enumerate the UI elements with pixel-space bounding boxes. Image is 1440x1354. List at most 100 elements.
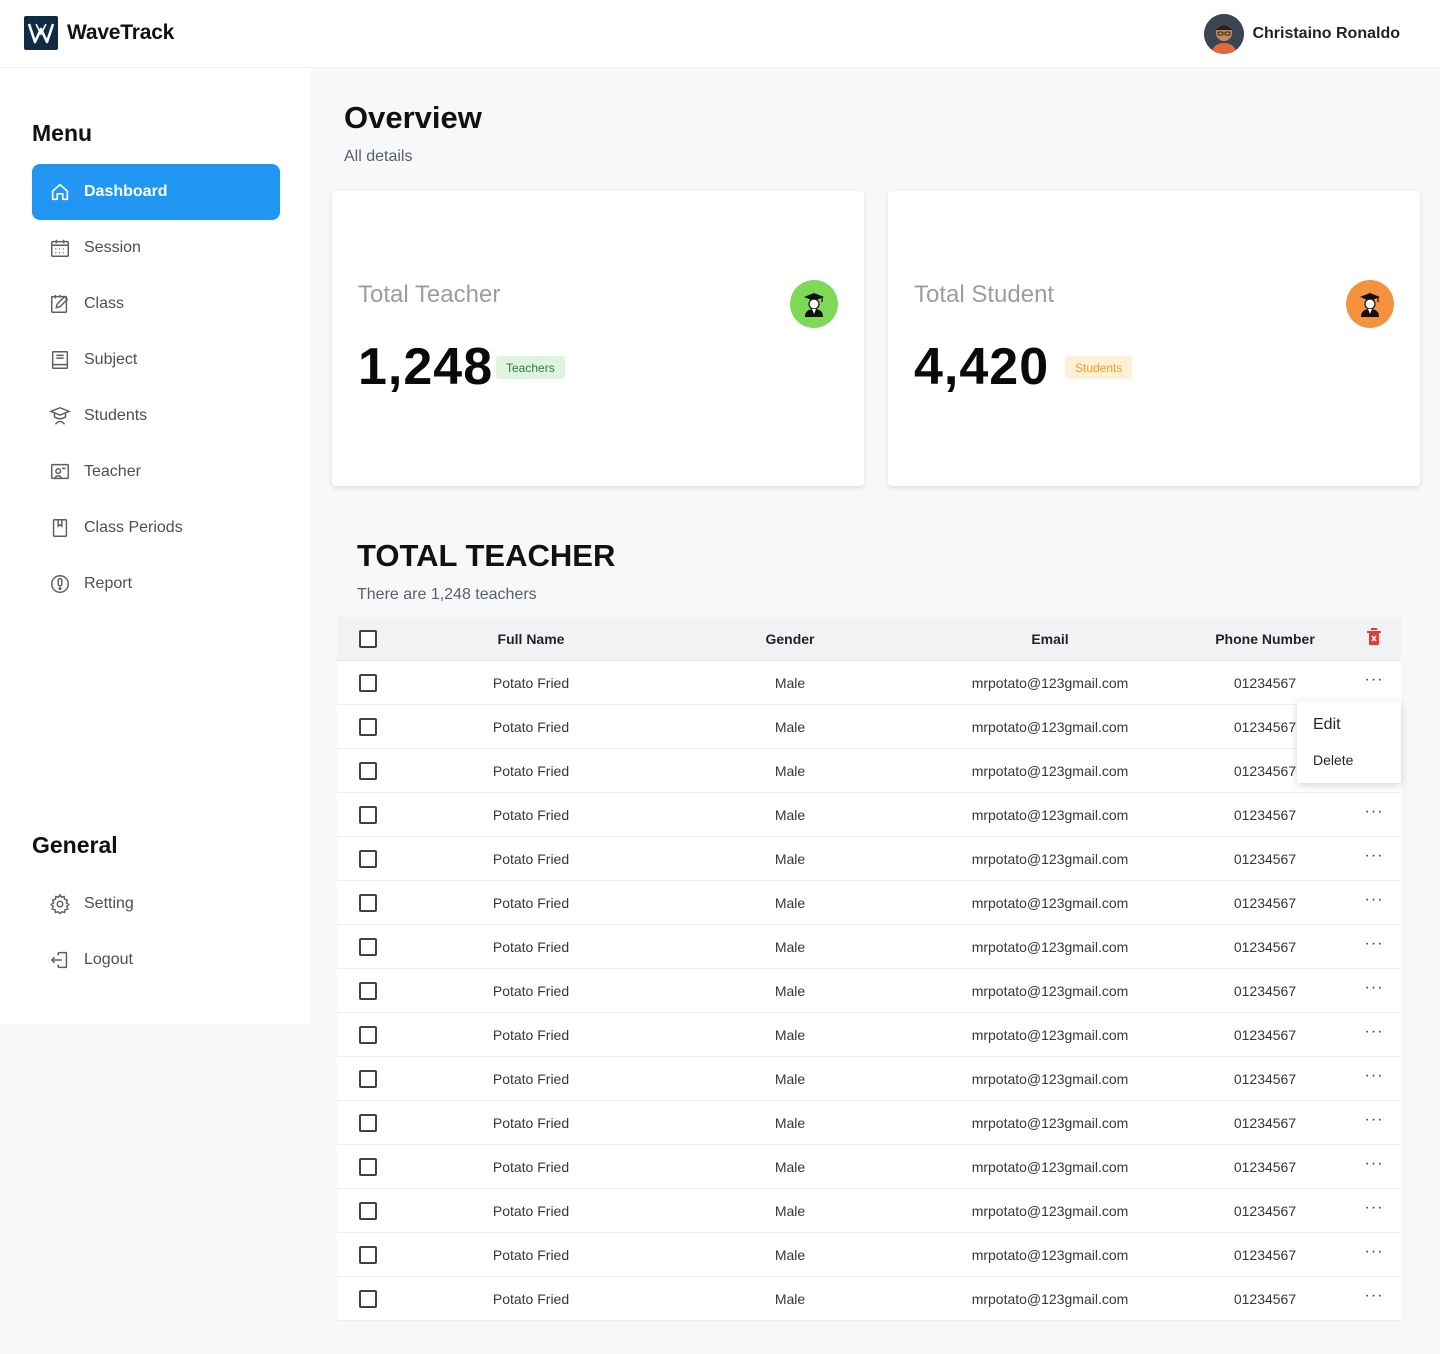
more-options-icon[interactable]: ···: [1365, 1155, 1384, 1172]
row-checkbox[interactable]: [359, 673, 377, 692]
more-options-icon[interactable]: ···: [1365, 891, 1384, 908]
cell-phone: 01234567: [1233, 1246, 1297, 1263]
more-options-icon[interactable]: ···: [1365, 1199, 1384, 1216]
more-options-icon[interactable]: ···: [1365, 1023, 1384, 1040]
table-row[interactable]: Potato Fried Male mrpotato@123gmail.com 012…: [337, 969, 1401, 1013]
cell-gender: Male: [774, 1202, 806, 1219]
table-row[interactable]: Potato Fried Male mrpotato@123gmail.com 012…: [337, 705, 1401, 749]
cell-phone: 01234567: [1233, 982, 1297, 999]
sidebar-item-label: Logout: [84, 951, 133, 968]
sidebar-item-dashboard[interactable]: Dashboard: [32, 164, 280, 220]
more-options-icon[interactable]: ···: [1365, 803, 1384, 820]
sidebar-menu: Dashboard Session Class Subject Students…: [32, 164, 280, 612]
column-header-phone[interactable]: Phone Number: [1183, 631, 1347, 647]
sidebar-item-teacher[interactable]: Teacher: [32, 444, 280, 500]
cell-full-name: Potato Fried: [492, 674, 570, 691]
table-row[interactable]: Potato Fried Male mrpotato@123gmail.com 012…: [337, 661, 1401, 705]
cell-gender: Male: [774, 982, 806, 999]
row-checkbox[interactable]: [359, 1289, 377, 1308]
table-row[interactable]: Potato Fried Male mrpotato@123gmail.com 012…: [337, 1013, 1401, 1057]
brand-logo[interactable]: WaveTrack: [24, 16, 174, 50]
card-label: Total Student: [914, 281, 1055, 308]
table-row[interactable]: Potato Fried Male mrpotato@123gmail.com 012…: [337, 881, 1401, 925]
delete-icon[interactable]: [1366, 628, 1382, 649]
more-options-icon[interactable]: ···: [1365, 935, 1384, 952]
table-row[interactable]: Potato Fried Male mrpotato@123gmail.com 012…: [337, 837, 1401, 881]
cell-email: mrpotato@123gmail.com: [971, 1026, 1129, 1043]
cell-full-name: Potato Fried: [492, 1202, 570, 1219]
row-checkbox[interactable]: [359, 937, 377, 956]
sidebar-item-label: Class Periods: [84, 519, 183, 536]
cell-full-name: Potato Fried: [492, 938, 570, 955]
row-checkbox[interactable]: [359, 805, 377, 824]
sidebar-item-setting[interactable]: Setting: [32, 876, 280, 932]
cell-gender: Male: [774, 1158, 806, 1175]
more-options-icon[interactable]: ···: [1365, 979, 1384, 996]
table-row[interactable]: Potato Fried Male mrpotato@123gmail.com 012…: [337, 1233, 1401, 1277]
cell-phone: 01234567: [1233, 1026, 1297, 1043]
wavetrack-logo-icon: [24, 16, 58, 50]
more-options-icon[interactable]: ···: [1365, 1287, 1384, 1304]
cell-full-name: Potato Fried: [492, 806, 570, 823]
select-all-checkbox[interactable]: [359, 629, 377, 648]
table-row[interactable]: Potato Fried Male mrpotato@123gmail.com 012…: [337, 749, 1401, 793]
table-row[interactable]: Potato Fried Male mrpotato@123gmail.com 012…: [337, 793, 1401, 837]
sidebar-item-label: Subject: [84, 351, 138, 368]
table-row[interactable]: Potato Fried Male mrpotato@123gmail.com 012…: [337, 1189, 1401, 1233]
cell-email: mrpotato@123gmail.com: [971, 806, 1129, 823]
sidebar-item-class-periods[interactable]: Class Periods: [32, 500, 280, 556]
table-row[interactable]: Potato Fried Male mrpotato@123gmail.com 012…: [337, 925, 1401, 969]
edit-menu-item[interactable]: Edit: [1313, 716, 1341, 734]
more-options-icon[interactable]: ···: [1365, 1243, 1384, 1260]
sidebar-item-label: Teacher: [84, 463, 141, 480]
teacher-table: Full Name Gender Email Phone Number Pota…: [337, 617, 1401, 1321]
row-checkbox[interactable]: [359, 981, 377, 1000]
avatar[interactable]: [1204, 14, 1245, 54]
sidebar-item-logout[interactable]: Logout: [32, 932, 280, 988]
table-row[interactable]: Potato Fried Male mrpotato@123gmail.com 012…: [337, 1057, 1401, 1101]
cell-email: mrpotato@123gmail.com: [971, 718, 1129, 735]
row-checkbox[interactable]: [359, 1069, 377, 1088]
cell-email: mrpotato@123gmail.com: [971, 1158, 1129, 1175]
row-checkbox[interactable]: [359, 849, 377, 868]
delete-menu-item[interactable]: Delete: [1313, 752, 1353, 768]
table-body: Potato Fried Male mrpotato@123gmail.com 012…: [337, 661, 1401, 1321]
cell-phone: 01234567: [1233, 1158, 1297, 1175]
total-teacher-card: Total Teacher 1,248 Teachers: [332, 191, 864, 486]
sidebar-item-students[interactable]: Students: [32, 388, 280, 444]
row-checkbox[interactable]: [359, 1113, 377, 1132]
cell-phone: 01234567: [1233, 1202, 1297, 1219]
more-options-icon[interactable]: ···: [1365, 1111, 1384, 1128]
brand-name: WaveTrack: [67, 21, 175, 44]
more-options-icon[interactable]: ···: [1365, 847, 1384, 864]
cell-phone: 01234567: [1233, 1290, 1297, 1307]
cell-gender: Male: [774, 1290, 806, 1307]
sidebar-item-class[interactable]: Class: [32, 276, 280, 332]
sidebar-item-label: Session: [84, 239, 141, 256]
teacher-board-icon: [48, 460, 72, 484]
teacher-icon: [790, 280, 838, 328]
column-header-email[interactable]: Email: [917, 631, 1183, 647]
row-checkbox[interactable]: [359, 1157, 377, 1176]
table-row[interactable]: Potato Fried Male mrpotato@123gmail.com 012…: [337, 1101, 1401, 1145]
section-subtitle: There are 1,248 teachers: [357, 586, 537, 603]
sidebar-item-session[interactable]: Session: [32, 220, 280, 276]
row-checkbox[interactable]: [359, 1201, 377, 1220]
table-row[interactable]: Potato Fried Male mrpotato@123gmail.com 012…: [337, 1277, 1401, 1321]
cell-gender: Male: [774, 894, 806, 911]
row-checkbox[interactable]: [359, 1245, 377, 1264]
row-checkbox[interactable]: [359, 717, 377, 736]
column-header-full-name[interactable]: Full Name: [399, 631, 663, 647]
edit-note-icon: [48, 292, 72, 316]
row-checkbox[interactable]: [359, 893, 377, 912]
column-header-gender[interactable]: Gender: [663, 631, 917, 647]
row-checkbox[interactable]: [359, 1025, 377, 1044]
menu-heading: Menu: [32, 120, 93, 146]
more-options-icon[interactable]: ···: [1365, 1067, 1384, 1084]
table-row[interactable]: Potato Fried Male mrpotato@123gmail.com 012…: [337, 1145, 1401, 1189]
sidebar-item-subject[interactable]: Subject: [32, 332, 280, 388]
row-checkbox[interactable]: [359, 761, 377, 780]
more-options-icon[interactable]: ···: [1365, 671, 1384, 688]
user-profile[interactable]: Christaino Ronaldo: [1204, 14, 1400, 54]
sidebar-item-report[interactable]: Report: [32, 556, 280, 612]
